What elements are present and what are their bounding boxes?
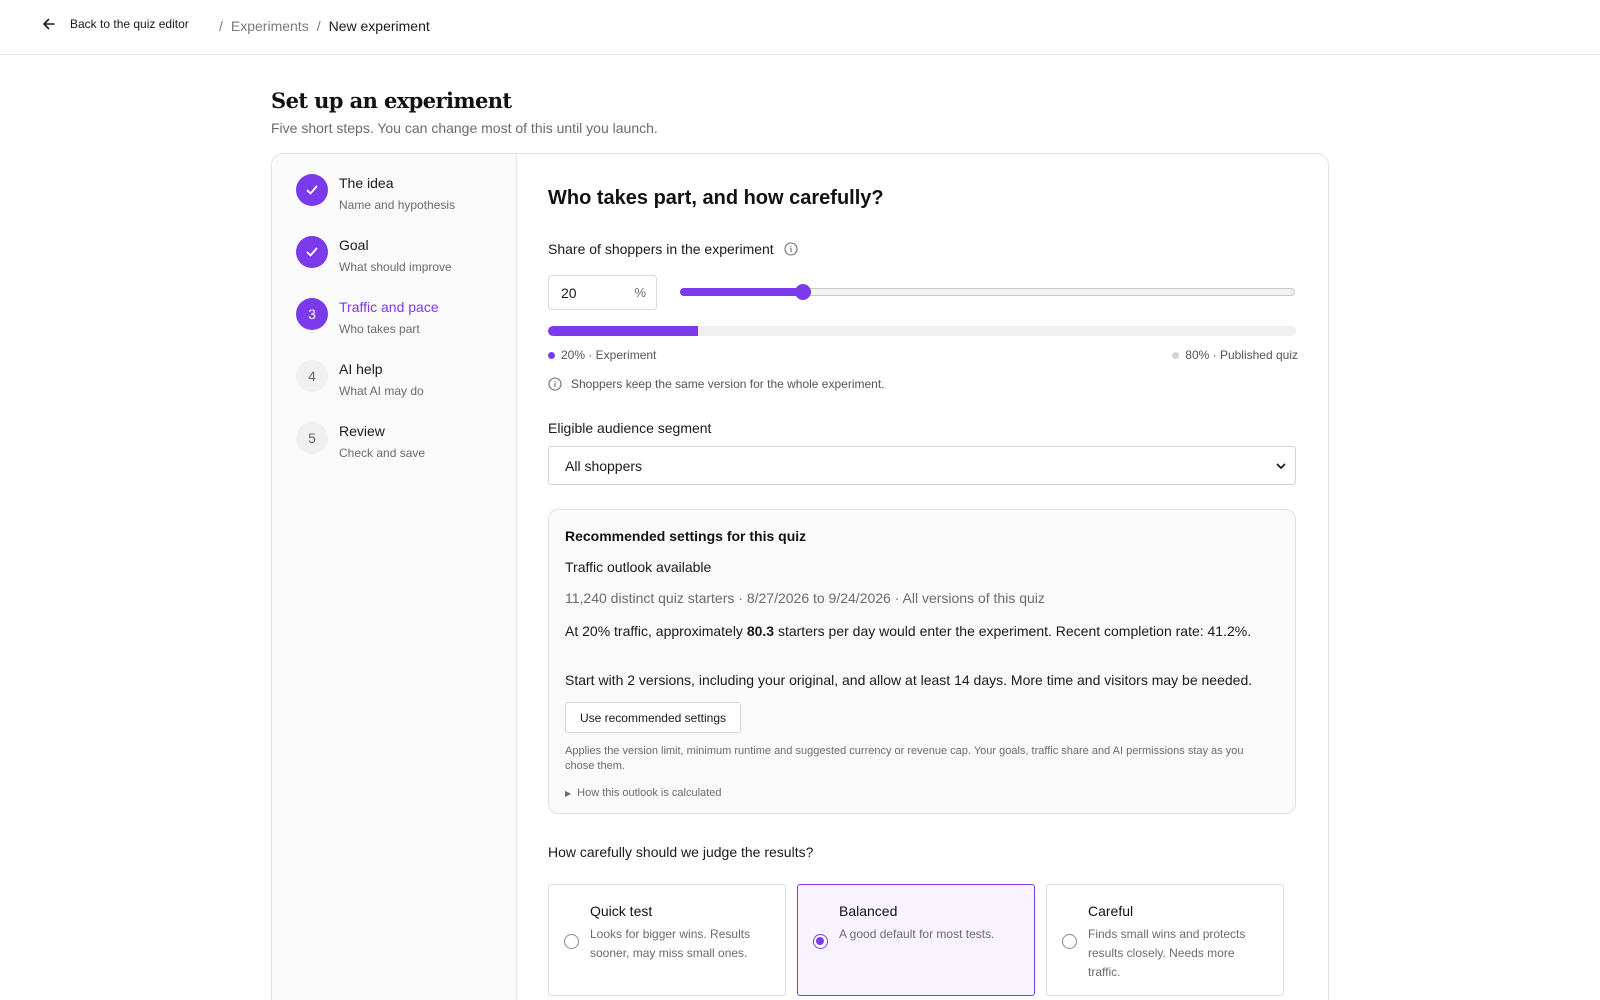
option-quick-test[interactable]: Quick test Looks for bigger wins. Result… [548,884,786,996]
traffic-stats: 11,240 distinct quiz starters · 8/27/202… [565,590,1045,606]
page-title: Set up an experiment [271,88,512,113]
recommendation-advice: Start with 2 versions, including your or… [565,672,1253,688]
option-balanced[interactable]: Balanced A good default for most tests. [797,884,1035,996]
back-to-editor-link[interactable]: Back to the quiz editor [42,17,189,31]
option-description: Finds small wins and protects results cl… [1088,927,1246,979]
section-title: Who takes part, and how carefully? [548,187,884,209]
triangle-right-icon: ▶ [565,788,572,798]
step-goal[interactable]: Goal What should improve [296,236,506,286]
experiment-share-text: 20% · Experiment [561,348,657,362]
option-title: Careful [1088,903,1134,919]
step-badge [296,174,328,206]
option-title: Quick test [590,903,653,919]
recommendation-panel: Recommended settings for this quiz Traff… [548,509,1296,814]
use-recommended-settings-button[interactable]: Use recommended settings [565,702,741,733]
share-label: Share of shoppers in the experiment [548,241,798,257]
judging-label: How carefully should we judge the result… [548,844,814,860]
step-description: Who takes part [339,322,420,336]
step-description: What should improve [339,260,452,274]
traffic-estimate: At 20% traffic, approximately 80.3 start… [565,621,1265,641]
step-title: AI help [339,361,383,377]
option-description: A good default for most tests. [839,927,995,941]
step-badge: 3 [296,298,328,330]
radio-button-selected[interactable] [813,934,828,949]
traffic-outlook-heading: Traffic outlook available [565,559,712,575]
segment-label: Eligible audience segment [548,420,712,436]
published-dot [1172,351,1180,359]
step-description: Check and save [339,446,426,460]
wizard-card: The idea Name and hypothesis Goal What s… [271,153,1329,1000]
recommendation-title: Recommended settings for this quiz [565,528,807,544]
step-badge: 5 [296,422,328,454]
step-title: Review [339,423,385,439]
breadcrumb: / Experiments / New experiment [219,18,430,34]
experiment-dot [548,351,555,359]
traffic-split-bar [548,326,1296,336]
step-content: Who takes part, and how carefully? Share… [517,154,1328,1000]
outlook-details-toggle[interactable]: ▶ How this outlook is calculated [565,787,721,799]
page-subtitle: Five short steps. You can change most of… [271,120,658,136]
slider-fill [680,288,803,296]
breadcrumb-separator: / [219,18,223,34]
option-title: Balanced [839,903,898,919]
steps-sidebar: The idea Name and hypothesis Goal What s… [272,154,517,1000]
step-title: Traffic and pace [339,299,439,315]
breadcrumb-separator: / [316,18,321,34]
experiment-share-legend: 20% · Experiment [548,348,656,362]
step-the-idea[interactable]: The idea Name and hypothesis [296,174,506,224]
info-icon [548,377,562,391]
arrow-left-icon [43,18,55,30]
slider-thumb[interactable] [795,284,811,300]
percent-suffix: % [634,285,646,300]
audience-segment-select[interactable]: All shoppers [548,446,1296,485]
published-share-legend: 80% · Published quiz [1172,348,1298,362]
experiment-share-segment [548,326,698,336]
share-slider[interactable] [680,284,1295,300]
outlook-details-label: How this outlook is calculated [577,787,722,799]
step-badge: 4 [296,360,328,392]
radio-button[interactable] [564,934,579,949]
option-description: Looks for bigger wins. Results sooner, m… [590,927,751,960]
breadcrumb-experiments[interactable]: Experiments [231,18,309,34]
share-percent-input[interactable]: 20 % [548,275,657,310]
consistency-note-text: Shoppers keep the same version for the w… [571,377,885,391]
back-link-label: Back to the quiz editor [70,17,189,31]
recommendation-help-text: Applies the version limit, minimum runti… [565,745,1244,772]
step-badge [296,236,328,268]
step-review[interactable]: 5 Review Check and save [296,422,506,472]
step-ai-help[interactable]: 4 AI help What AI may do [296,360,506,410]
published-share-text: 80% · Published quiz [1185,348,1298,362]
chevron-down-icon [1276,463,1286,469]
step-title: Goal [339,237,369,253]
starters-per-day: 80.3 [746,623,775,639]
info-icon[interactable] [784,242,798,256]
step-title: The idea [339,175,394,191]
step-description: What AI may do [339,384,424,398]
radio-button[interactable] [1062,934,1077,949]
top-bar: Back to the quiz editor / Experiments / … [0,0,1600,55]
step-description: Name and hypothesis [339,198,456,212]
estimate-suffix: starters per day would enter the experim… [774,623,1252,639]
breadcrumb-current: New experiment [328,18,430,34]
consistency-note: Shoppers keep the same version for the w… [548,377,885,391]
share-label-text: Share of shoppers in the experiment [548,241,774,257]
check-icon [306,185,318,195]
share-value: 20 [561,285,577,301]
check-icon [306,247,318,257]
estimate-prefix: At 20% traffic, approximately [565,623,747,639]
option-careful[interactable]: Careful Finds small wins and protects re… [1046,884,1284,996]
segment-selected-value: All shoppers [565,458,643,474]
step-traffic-and-pace[interactable]: 3 Traffic and pace Who takes part [296,298,506,348]
